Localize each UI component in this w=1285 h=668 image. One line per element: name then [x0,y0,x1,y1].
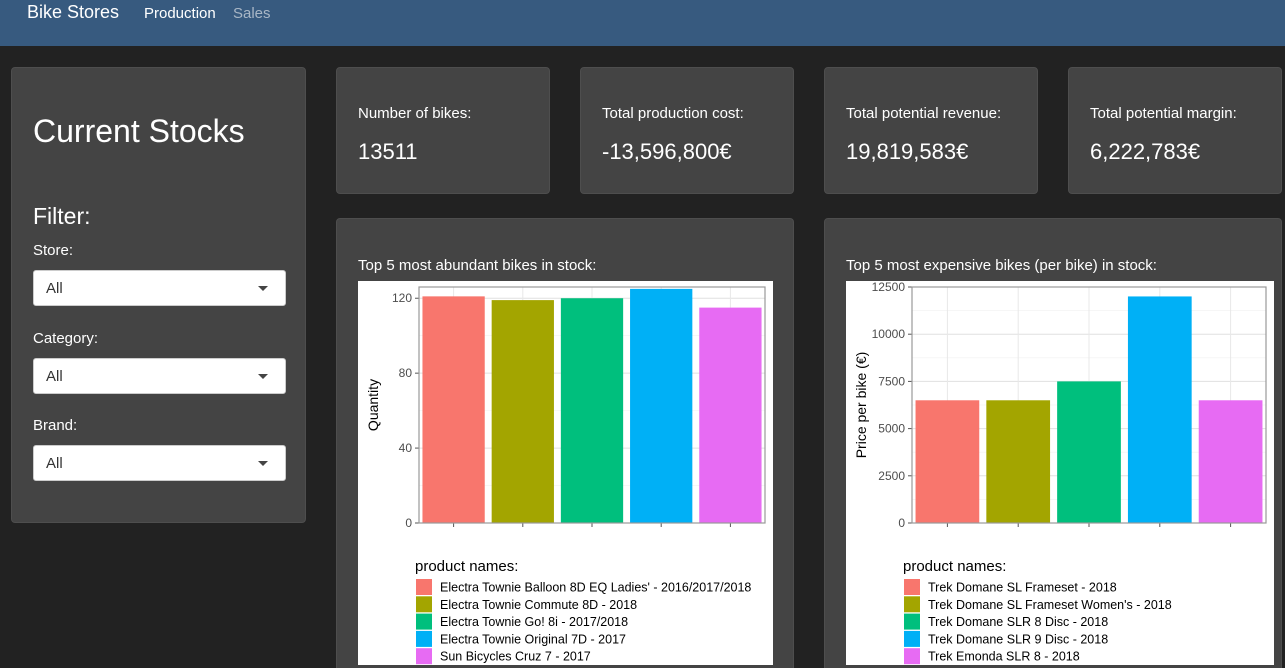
y-tick-label: 120 [392,291,412,305]
legend-label: Trek Domane SL Frameset Women's - 2018 [928,598,1172,612]
category-filter-label: Category: [33,330,99,347]
legend-title: product names: [415,558,518,575]
store-filter-label: Store: [33,242,74,259]
y-axis-title: Quantity [365,379,381,431]
legend-key [904,630,920,647]
abundant-bikes-svg: 0 40 80 120 Quantity product names: Electra To… [365,286,766,665]
kpi-card-bikes: Number of bikes: 13511 [336,67,550,194]
bar [986,400,1051,523]
legend-key [416,596,432,613]
expensive-bikes-chart: 0 2500 5000 7500 10000 12500 Price per bike (€… [846,281,1274,665]
chevron-down-icon [258,286,268,291]
expensive-bikes-panel: Top 5 most expensive bikes (per bike) in… [824,218,1282,668]
legend-key [416,648,432,665]
legend-key [416,613,432,630]
legend-label: Electra Townie Commute 8D - 2018 [440,598,637,612]
kpi-label: Total potential revenue: [846,105,1002,122]
expensive-bikes-svg: 0 2500 5000 7500 10000 12500 Price per bike (€… [853,281,1267,665]
kpi-card-margin: Total potential margin: 6,222,783€ [1068,67,1282,194]
brand-filter-label: Brand: [33,417,78,434]
chart-title: Top 5 most abundant bikes in stock: [358,257,597,274]
store-select[interactable]: All [33,270,286,306]
kpi-value: 6,222,783€ [1090,139,1201,164]
legend-key [904,596,920,613]
page-title: Current Stocks [33,113,245,149]
y-axis-title: Price per bike (€) [853,352,869,459]
kpi-card-production-cost: Total production cost: -13,596,800€ [580,67,794,194]
legend-key [904,613,920,630]
bar [630,288,693,523]
y-tick-label: 10000 [872,327,906,341]
kpi-card-revenue: Total potential revenue: 19,819,583€ [824,67,1038,194]
y-tick-label: 7500 [878,374,905,388]
y-tick-label: 0 [405,516,412,530]
tab-sales[interactable]: Sales [233,5,271,22]
kpi-label: Number of bikes: [358,105,472,122]
tab-production[interactable]: Production [144,5,216,22]
navbar-brand[interactable]: Bike Stores [27,2,119,23]
store-select-value: All [46,280,63,297]
y-tick-label: 12500 [872,281,906,294]
y-tick-label: 40 [399,441,413,455]
legend-key [904,579,920,595]
brand-select[interactable]: All [33,445,286,481]
bar [422,296,485,523]
bar [1127,296,1192,523]
kpi-label: Total production cost: [602,105,744,122]
y-tick-label: 5000 [878,422,905,436]
bar [915,400,980,523]
filter-sidebar: Current Stocks Filter: Store: All Catego… [11,67,306,523]
category-select-value: All [46,368,63,385]
kpi-label: Total potential margin: [1090,105,1237,122]
legend-label: Electra Townie Go! 8i - 2017/2018 [440,615,628,629]
legend-key [416,630,432,647]
bar [560,298,624,523]
legend-key [416,579,432,595]
legend-label: Electra Townie Original 7D - 2017 [440,632,626,646]
bar [699,307,762,523]
legend-label: Sun Bicycles Cruz 7 - 2017 [440,650,591,664]
kpi-value: 19,819,583€ [846,139,969,164]
abundant-bikes-chart: 0 40 80 120 Quantity product names: Electra To… [358,281,773,665]
brand-select-value: All [46,455,63,472]
legend-label: Electra Townie Balloon 8D EQ Ladies' - 2… [440,581,751,595]
chevron-down-icon [258,374,268,379]
legend-label: Trek Domane SLR 9 Disc - 2018 [928,632,1108,646]
category-select[interactable]: All [33,358,286,394]
y-tick-label: 0 [898,516,905,530]
abundant-bikes-panel: Top 5 most abundant bikes in stock: 0 40 8… [336,218,794,668]
bar [1057,381,1121,523]
legend-label: Trek Domane SL Frameset - 2018 [928,581,1117,595]
bar [491,300,554,523]
y-tick-label: 2500 [878,469,905,483]
legend-title: product names: [903,558,1006,575]
chevron-down-icon [258,461,268,466]
kpi-value: -13,596,800€ [602,139,732,164]
filter-heading: Filter: [33,203,91,229]
legend-label: Trek Domane SLR 8 Disc - 2018 [928,615,1108,629]
y-tick-label: 80 [399,366,413,380]
chart-title: Top 5 most expensive bikes (per bike) in… [846,257,1157,274]
legend-label: Trek Emonda SLR 8 - 2018 [928,650,1080,664]
kpi-value: 13511 [358,139,418,164]
legend-key [904,648,920,665]
top-navbar: Bike Stores Production Sales [0,0,1285,46]
bar [1198,400,1263,523]
